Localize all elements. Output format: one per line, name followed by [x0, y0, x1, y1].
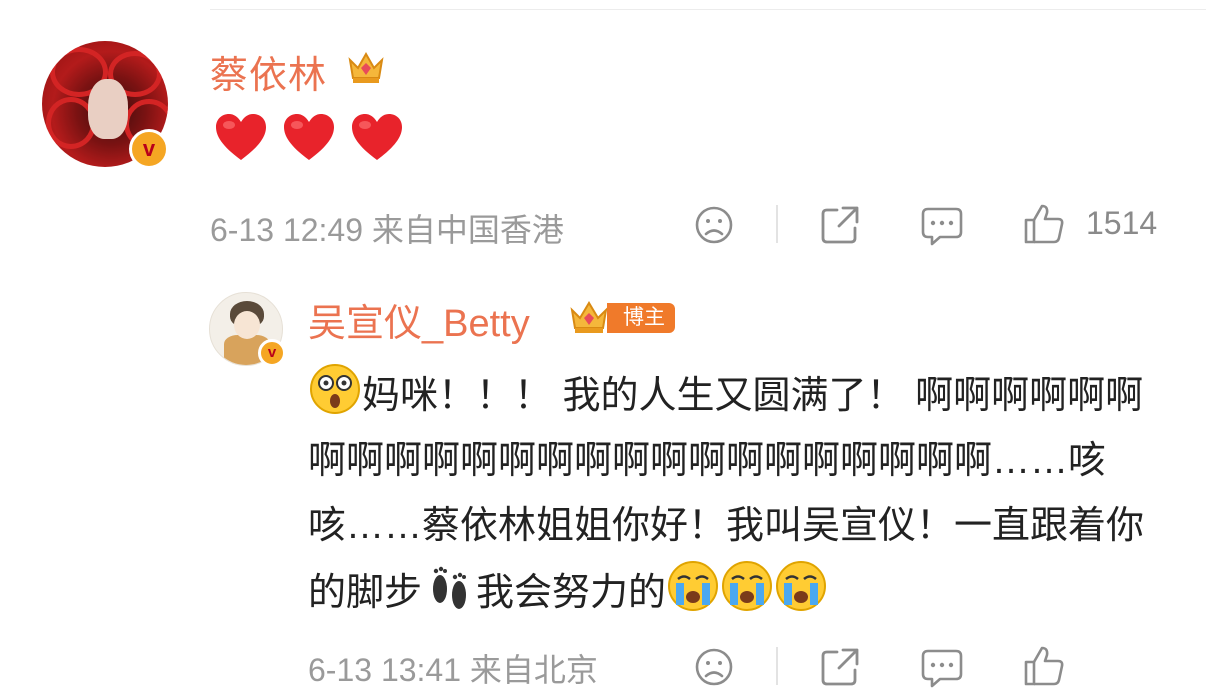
comment-icon[interactable]	[920, 647, 964, 689]
verified-badge-icon: v	[129, 129, 169, 169]
avatar-face	[234, 311, 260, 339]
red-heart-icon	[216, 114, 266, 160]
verified-badge-icon: v	[258, 339, 286, 367]
like-count: 1514	[1086, 205, 1158, 241]
crying-emoji-icon	[668, 561, 719, 611]
action-separator	[776, 205, 778, 243]
action-separator	[776, 647, 778, 685]
reply-text-tail: 我会努力的	[476, 572, 667, 614]
reply-content: 妈咪！！！ 我的人生又圆满了！ 啊啊啊啊啊啊啊啊啊啊啊啊啊啊啊啊啊啊啊啊啊啊啊啊…	[308, 362, 1153, 626]
red-heart-icon	[284, 114, 334, 160]
dislike-face-icon[interactable]	[694, 647, 734, 687]
top-divider	[210, 9, 1206, 10]
comment-icon[interactable]	[920, 205, 964, 247]
reply-author-name[interactable]: 吴宣仪_Betty	[308, 292, 530, 347]
author-badge: 博主	[607, 303, 675, 333]
comment-date: 6-13 12:49	[210, 212, 364, 248]
comment-meta: 6-13 12:49 来自中国香港	[210, 205, 564, 251]
comment-location: 来自中国香港	[371, 212, 564, 248]
like-thumb-icon[interactable]	[1022, 644, 1066, 688]
share-icon[interactable]	[819, 204, 861, 246]
reply-location: 来自北京	[469, 652, 598, 688]
crying-emoji-icon	[776, 561, 827, 611]
reply-date: 6-13 13:41	[308, 652, 462, 688]
crying-emoji-icon	[722, 561, 773, 611]
footprints-icon	[433, 566, 467, 609]
shocked-emoji-icon	[310, 364, 360, 414]
comment-author-name[interactable]: 蔡依林	[210, 44, 327, 99]
avatar-face	[88, 79, 128, 139]
like-thumb-icon[interactable]	[1022, 202, 1066, 246]
dislike-face-icon[interactable]	[694, 205, 734, 245]
comment-content	[214, 112, 404, 164]
crown-icon	[348, 51, 384, 83]
reply-meta: 6-13 13:41 来自北京	[308, 645, 598, 691]
share-icon[interactable]	[819, 646, 861, 688]
red-heart-icon	[352, 114, 402, 160]
crown-icon	[570, 301, 608, 333]
